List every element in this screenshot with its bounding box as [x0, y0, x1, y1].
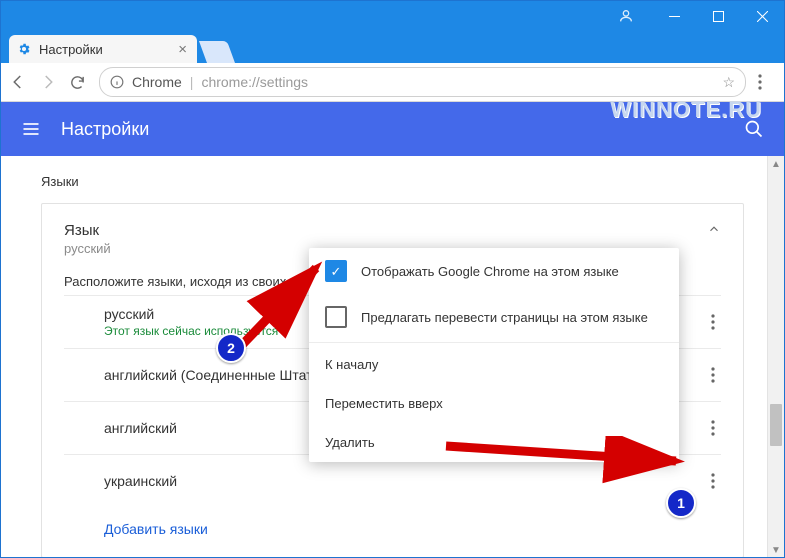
browser-window: Настройки × Chrome | chrome://settings ☆…	[0, 0, 785, 558]
language-options-button[interactable]	[705, 308, 721, 336]
language-status: Этот язык сейчас используется	[104, 324, 278, 338]
chrome-menu-button[interactable]	[758, 74, 776, 90]
scroll-thumb[interactable]	[770, 404, 782, 446]
annotation-badge-2: 2	[216, 333, 246, 363]
menu-label: Отображать Google Chrome на этом языке	[361, 264, 619, 279]
gear-icon	[17, 42, 31, 56]
url-path: chrome://settings	[201, 74, 308, 90]
menu-icon[interactable]	[21, 119, 41, 139]
add-languages-link[interactable]: Добавить языки	[64, 507, 721, 539]
language-name: русский	[104, 306, 278, 322]
scroll-down-icon[interactable]: ▼	[768, 542, 784, 558]
tab-settings[interactable]: Настройки ×	[9, 35, 197, 63]
search-icon[interactable]	[744, 119, 764, 139]
close-button[interactable]	[740, 1, 784, 31]
close-icon[interactable]: ×	[178, 41, 187, 58]
page-title: Настройки	[61, 119, 149, 140]
maximize-button[interactable]	[696, 1, 740, 31]
menu-label: Предлагать перевести страницы на этом яз…	[361, 310, 648, 325]
checkbox-unchecked-icon[interactable]: ✓	[325, 306, 347, 328]
tab-title: Настройки	[39, 42, 103, 57]
menu-item-remove[interactable]: Удалить	[309, 423, 679, 462]
scroll-up-icon[interactable]: ▲	[768, 156, 784, 172]
card-subtitle: русский	[64, 241, 111, 256]
content-area: ▲ ▼ Языки Язык русский Расположите языки…	[1, 156, 784, 558]
forward-button[interactable]	[39, 73, 57, 91]
collapse-toggle[interactable]	[707, 222, 721, 236]
url-product: Chrome	[132, 74, 182, 90]
back-button[interactable]	[9, 73, 27, 91]
menu-item-offer-translate[interactable]: ✓ Предлагать перевести страницы на этом …	[309, 294, 679, 340]
language-name: английский	[104, 420, 177, 436]
reload-button[interactable]	[69, 74, 87, 91]
annotation-badge-1: 1	[666, 488, 696, 518]
checkbox-checked-icon[interactable]: ✓	[325, 260, 347, 282]
menu-item-to-top[interactable]: К началу	[309, 345, 679, 384]
language-name: украинский	[104, 473, 177, 489]
menu-item-display-chrome[interactable]: ✓ Отображать Google Chrome на этом языке	[309, 248, 679, 294]
address-bar[interactable]: Chrome | chrome://settings ☆	[99, 67, 746, 97]
tab-strip: Настройки ×	[1, 31, 784, 63]
card-title: Язык	[64, 222, 111, 239]
menu-item-move-up[interactable]: Переместить вверх	[309, 384, 679, 423]
scrollbar[interactable]: ▲ ▼	[767, 156, 784, 558]
language-name: английский (Соединенные Штаты)	[104, 367, 327, 383]
language-options-button[interactable]	[705, 414, 721, 442]
language-options-button[interactable]	[705, 361, 721, 389]
new-tab-button[interactable]	[199, 41, 235, 63]
profile-icon[interactable]	[618, 8, 634, 24]
language-options-button[interactable]	[705, 467, 721, 495]
menu-divider	[309, 342, 679, 343]
minimize-button[interactable]	[652, 1, 696, 31]
section-title: Языки	[41, 174, 744, 189]
window-titlebar	[1, 1, 784, 31]
settings-header: Настройки	[1, 102, 784, 156]
site-info-icon[interactable]	[110, 75, 124, 89]
nav-toolbar: Chrome | chrome://settings ☆	[1, 63, 784, 102]
language-options-menu: ✓ Отображать Google Chrome на этом языке…	[309, 248, 679, 462]
bookmark-icon[interactable]: ☆	[722, 74, 735, 91]
